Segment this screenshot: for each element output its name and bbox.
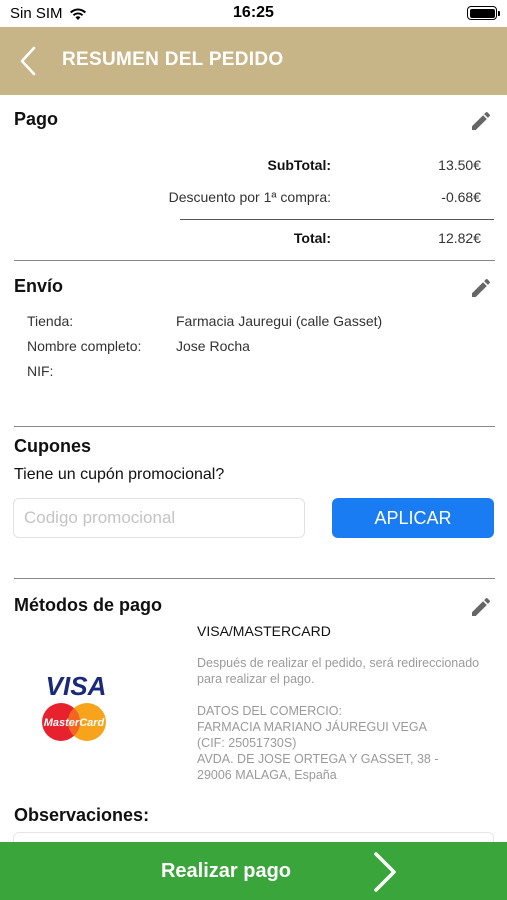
total-divider [180,219,494,220]
navigation-bar: RESUMEN DEL PEDIDO [0,27,507,95]
section-divider [14,426,495,427]
merchant-line: (CIF: 25051730S) [197,736,297,750]
discount-value: -0.68€ [441,189,481,205]
mastercard-logo-text: MasterCard [44,717,105,729]
payment-methods-section-title: Métodos de pago [14,595,162,615]
apply-coupon-button[interactable]: APLICAR [332,498,494,538]
payment-method-name: VISA/MASTERCARD [197,623,331,639]
nif-label: NIF: [27,363,54,379]
make-payment-button[interactable]: Realizar pago [0,842,507,900]
full-name-value: Jose Rocha [176,338,250,354]
visa-mastercard-logo: VISA MasterCard [42,672,107,741]
edit-payment-pencil-icon[interactable] [469,109,493,133]
edit-payment-method-pencil-icon[interactable] [469,595,493,619]
merchant-line: 29006 MALAGA, España [197,768,337,782]
back-chevron-icon[interactable] [14,43,44,79]
subtotal-label: SubTotal: [267,157,331,173]
merchant-details: DATOS DEL COMERCIO: FARMACIA MARIANO JÁU… [197,703,497,783]
page-title: RESUMEN DEL PEDIDO [62,49,284,70]
status-bar: Sin SIM 16:25 [0,0,507,27]
visa-logo-text: VISA [46,672,107,701]
coupons-section-title: Cupones [14,436,92,456]
coupon-question: Tiene un cupón promocional? [14,466,225,483]
section-divider [14,578,495,579]
subtotal-value: 13.50€ [438,157,481,173]
chevron-right-icon [374,852,396,892]
discount-label: Descuento por 1ª compra: [168,189,331,205]
edit-shipping-pencil-icon[interactable] [469,276,493,300]
status-time: 16:25 [233,4,274,21]
merchant-line: AVDA. DE JOSE ORTEGA Y GASSET, 38 - [197,752,439,766]
merchant-line: DATOS DEL COMERCIO: [197,704,342,718]
section-divider [14,260,495,261]
total-value: 12.82€ [438,230,481,246]
store-value: Farmacia Jauregui (calle Gasset) [176,313,383,329]
promo-code-input[interactable] [13,498,305,538]
merchant-line: FARMACIA MARIANO JÁUREGUI VEGA [197,720,427,734]
store-label: Tienda: [27,313,74,329]
battery-icon [467,6,500,20]
shipping-section-title: Envío [14,276,64,296]
total-label: Total: [293,230,331,246]
payment-section-title: Pago [14,109,59,129]
redirect-note: Después de realizar el pedido, será redi… [197,656,480,686]
observations-title: Observaciones: [14,805,150,825]
full-name-label: Nombre completo: [27,338,142,354]
